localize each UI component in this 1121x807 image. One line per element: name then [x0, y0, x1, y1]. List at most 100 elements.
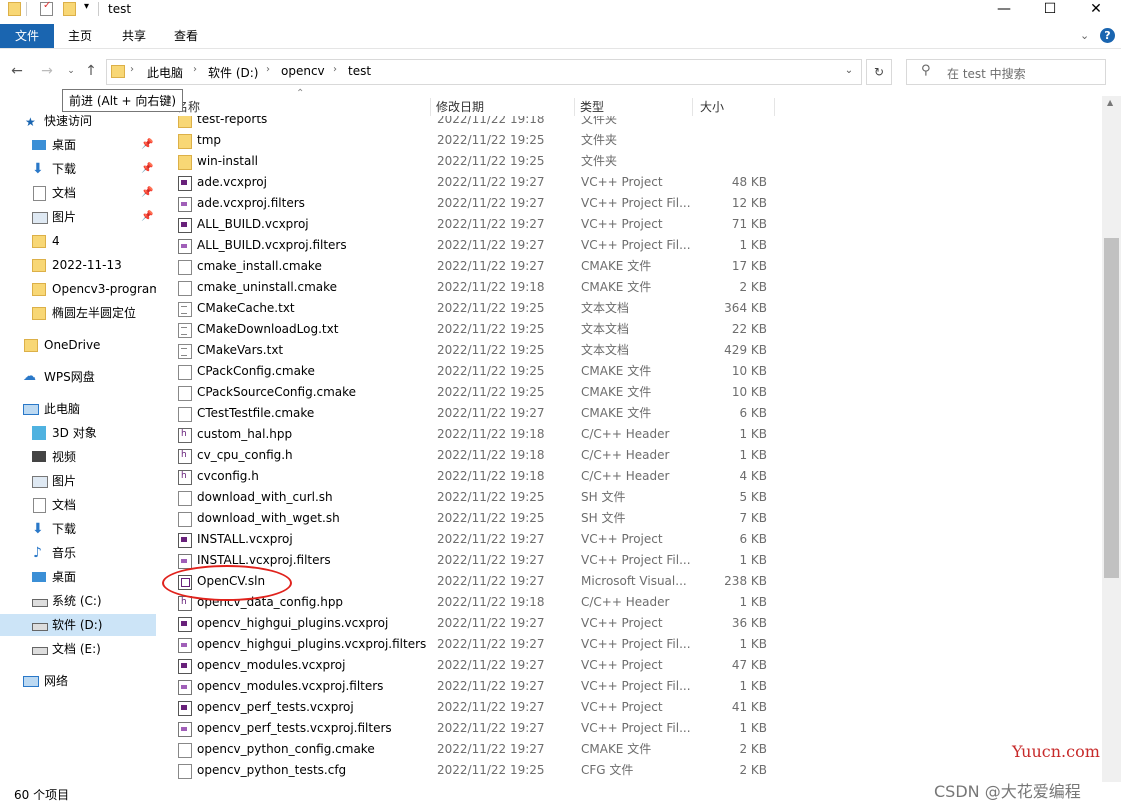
file-row[interactable]: ade.vcxproj.filters 2022/11/22 19:27 VC++ …	[170, 193, 770, 214]
close-button[interactable]: ✕	[1073, 0, 1119, 20]
file-size: 10 KB	[731, 364, 767, 378]
file-icon	[178, 512, 192, 527]
file-type: VC++ Project	[581, 700, 663, 714]
file-row[interactable]: ALL_BUILD.vcxproj.filters 2022/11/22 19:2…	[170, 235, 770, 256]
folder-icon	[178, 134, 192, 149]
file-row[interactable]: opencv_highgui_plugins.vcxproj 2022/11/22…	[170, 613, 770, 634]
tab-view[interactable]: 查看	[160, 24, 212, 48]
address-dropdown-icon[interactable]: ⌄	[838, 59, 860, 83]
file-row[interactable]: opencv_python_config.cmake 2022/11/22 19:…	[170, 739, 770, 760]
file-row[interactable]: CMakeDownloadLog.txt 2022/11/22 19:25 文本文档…	[170, 319, 770, 340]
header-file-icon	[178, 445, 192, 466]
file-type: Microsoft Visual...	[581, 574, 687, 588]
file-row[interactable]: opencv_perf_tests.vcxproj.filters 2022/11…	[170, 718, 770, 739]
chevron-right-icon[interactable]: ›	[193, 64, 197, 75]
file-row[interactable]: opencv_python_tests.cfg 2022/11/22 19:25 C…	[170, 760, 770, 781]
new-folder-icon[interactable]	[63, 2, 76, 16]
chevron-right-icon[interactable]: ›	[266, 64, 270, 75]
file-icon	[178, 407, 192, 422]
breadcrumb-test[interactable]: test	[348, 64, 371, 78]
file-name: ALL_BUILD.vcxproj.filters	[197, 238, 347, 252]
file-row[interactable]: opencv_highgui_plugins.vcxproj.filters 20…	[170, 634, 770, 655]
refresh-icon[interactable]: ↻	[866, 59, 892, 85]
filters-file-icon	[178, 722, 192, 737]
tab-share[interactable]: 共享	[108, 24, 160, 48]
recent-locations-icon[interactable]: ⌄	[62, 62, 80, 80]
forward-arrow-icon[interactable]: →	[38, 62, 56, 80]
file-name: opencv_highgui_plugins.vcxproj.filters	[197, 637, 427, 651]
filters-file-icon	[178, 638, 192, 653]
file-row[interactable]: CMakeCache.txt 2022/11/22 19:25 文本文档 364 KB	[170, 298, 770, 319]
file-row[interactable]: custom_hal.hpp 2022/11/22 19:18 C/C++ Head…	[170, 424, 770, 445]
file-row[interactable]: ade.vcxproj 2022/11/22 19:27 VC++ Project 4…	[170, 172, 770, 193]
file-date: 2022/11/22 19:25	[437, 490, 545, 504]
file-date: 2022/11/22 19:25	[437, 154, 545, 168]
file-row[interactable]: ALL_BUILD.vcxproj 2022/11/22 19:27 VC++ Pr…	[170, 214, 770, 235]
search-box[interactable]: ⚲ 在 test 中搜索	[906, 59, 1106, 85]
file-name: download_with_curl.sh	[197, 490, 333, 504]
scroll-up-icon[interactable]: ▲	[1107, 98, 1113, 107]
breadcrumb-this-pc[interactable]: 此电脑	[147, 64, 183, 81]
column-header-date[interactable]: 修改日期	[432, 98, 575, 116]
file-name: cvconfig.h	[197, 469, 259, 483]
file-name: CPackConfig.cmake	[197, 364, 315, 378]
file-row[interactable]: opencv_perf_tests.vcxproj 2022/11/22 19:2…	[170, 697, 770, 718]
file-type: VC++ Project	[581, 532, 663, 546]
chevron-right-icon[interactable]: ›	[333, 64, 337, 75]
file-row[interactable]: opencv_modules.vcxproj.filters 2022/11/22…	[170, 676, 770, 697]
file-name: CMakeDownloadLog.txt	[197, 322, 339, 336]
ribbon-expand-icon[interactable]: ⌄	[1080, 29, 1089, 42]
tab-home[interactable]: 主页	[54, 24, 106, 48]
file-date: 2022/11/22 19:27	[437, 721, 545, 735]
file-row[interactable]: INSTALL.vcxproj 2022/11/22 19:27 VC++ Proj…	[170, 529, 770, 550]
file-list: test-reports 2022/11/22 19:18 文件夹 tmp 2022/1…	[0, 116, 1100, 782]
properties-icon[interactable]: ✓	[40, 0, 53, 16]
file-row[interactable]: cmake_uninstall.cmake 2022/11/22 19:18 CMA…	[170, 277, 770, 298]
chevron-right-icon[interactable]: ›	[130, 64, 134, 75]
text-file-icon	[178, 344, 192, 359]
breadcrumb-opencv[interactable]: opencv	[281, 64, 325, 78]
file-size: 71 KB	[731, 217, 767, 231]
file-size: 36 KB	[731, 616, 767, 630]
column-header-name[interactable]: 名称	[172, 98, 431, 116]
file-row[interactable]: CPackConfig.cmake 2022/11/22 19:25 CMAKE 文…	[170, 361, 770, 382]
tab-file[interactable]: 文件	[0, 24, 54, 48]
file-date: 2022/11/22 19:18	[437, 280, 545, 294]
ribbon-tabs: 文件 主页 共享 查看 ⌄ ?	[0, 24, 1121, 49]
column-header-size[interactable]: 大小	[696, 98, 775, 116]
file-date: 2022/11/22 19:27	[437, 238, 545, 252]
watermark-author: CSDN @大花爱编程	[934, 782, 1081, 801]
file-size: 2 KB	[739, 280, 767, 294]
file-size: 4 KB	[739, 469, 767, 483]
maximize-button[interactable]: ☐	[1027, 0, 1073, 20]
file-row[interactable]: download_with_curl.sh 2022/11/22 19:25 SH …	[170, 487, 770, 508]
column-header-type[interactable]: 类型	[576, 98, 693, 116]
quick-access-dropdown-icon[interactable]: ▾	[84, 1, 89, 12]
scrollbar-thumb[interactable]	[1104, 238, 1119, 578]
up-arrow-icon[interactable]: ↑	[82, 62, 100, 80]
file-row[interactable]: tmp 2022/11/22 19:25 文件夹	[170, 130, 770, 151]
file-type: SH 文件	[581, 511, 626, 525]
file-row[interactable]: opencv_modules.vcxproj 2022/11/22 19:27 VC…	[170, 655, 770, 676]
vcxproj-file-icon	[178, 701, 192, 716]
search-input[interactable]: 在 test 中搜索	[947, 65, 1026, 82]
highlight-ellipse	[162, 565, 292, 601]
file-row[interactable]: CPackSourceConfig.cmake 2022/11/22 19:25 C…	[170, 382, 770, 403]
file-row[interactable]: cmake_install.cmake 2022/11/22 19:27 CMAKE…	[170, 256, 770, 277]
file-row[interactable]: CMakeVars.txt 2022/11/22 19:25 文本文档 429 KB	[170, 340, 770, 361]
file-type: 文件夹	[581, 133, 618, 147]
file-date: 2022/11/22 19:25	[437, 385, 545, 399]
file-row[interactable]: win-install 2022/11/22 19:25 文件夹	[170, 151, 770, 172]
file-row[interactable]: cv_cpu_config.h 2022/11/22 19:18 C/C++ Hea…	[170, 445, 770, 466]
file-date: 2022/11/22 19:25	[437, 364, 545, 378]
file-row[interactable]: CTestTestfile.cmake 2022/11/22 19:27 CMAKE…	[170, 403, 770, 424]
file-date: 2022/11/22 19:27	[437, 658, 545, 672]
minimize-button[interactable]: —	[981, 0, 1027, 20]
file-row[interactable]: cvconfig.h 2022/11/22 19:18 C/C++ Header 4 …	[170, 466, 770, 487]
back-arrow-icon[interactable]: ←	[8, 62, 26, 80]
help-icon[interactable]: ?	[1100, 28, 1115, 43]
tooltip: 前进 (Alt + 向右键)	[62, 89, 184, 112]
file-date: 2022/11/22 19:27	[437, 259, 545, 273]
file-row[interactable]: download_with_wget.sh 2022/11/22 19:25 SH …	[170, 508, 770, 529]
breadcrumb-drive-d[interactable]: 软件 (D:)	[208, 64, 258, 81]
